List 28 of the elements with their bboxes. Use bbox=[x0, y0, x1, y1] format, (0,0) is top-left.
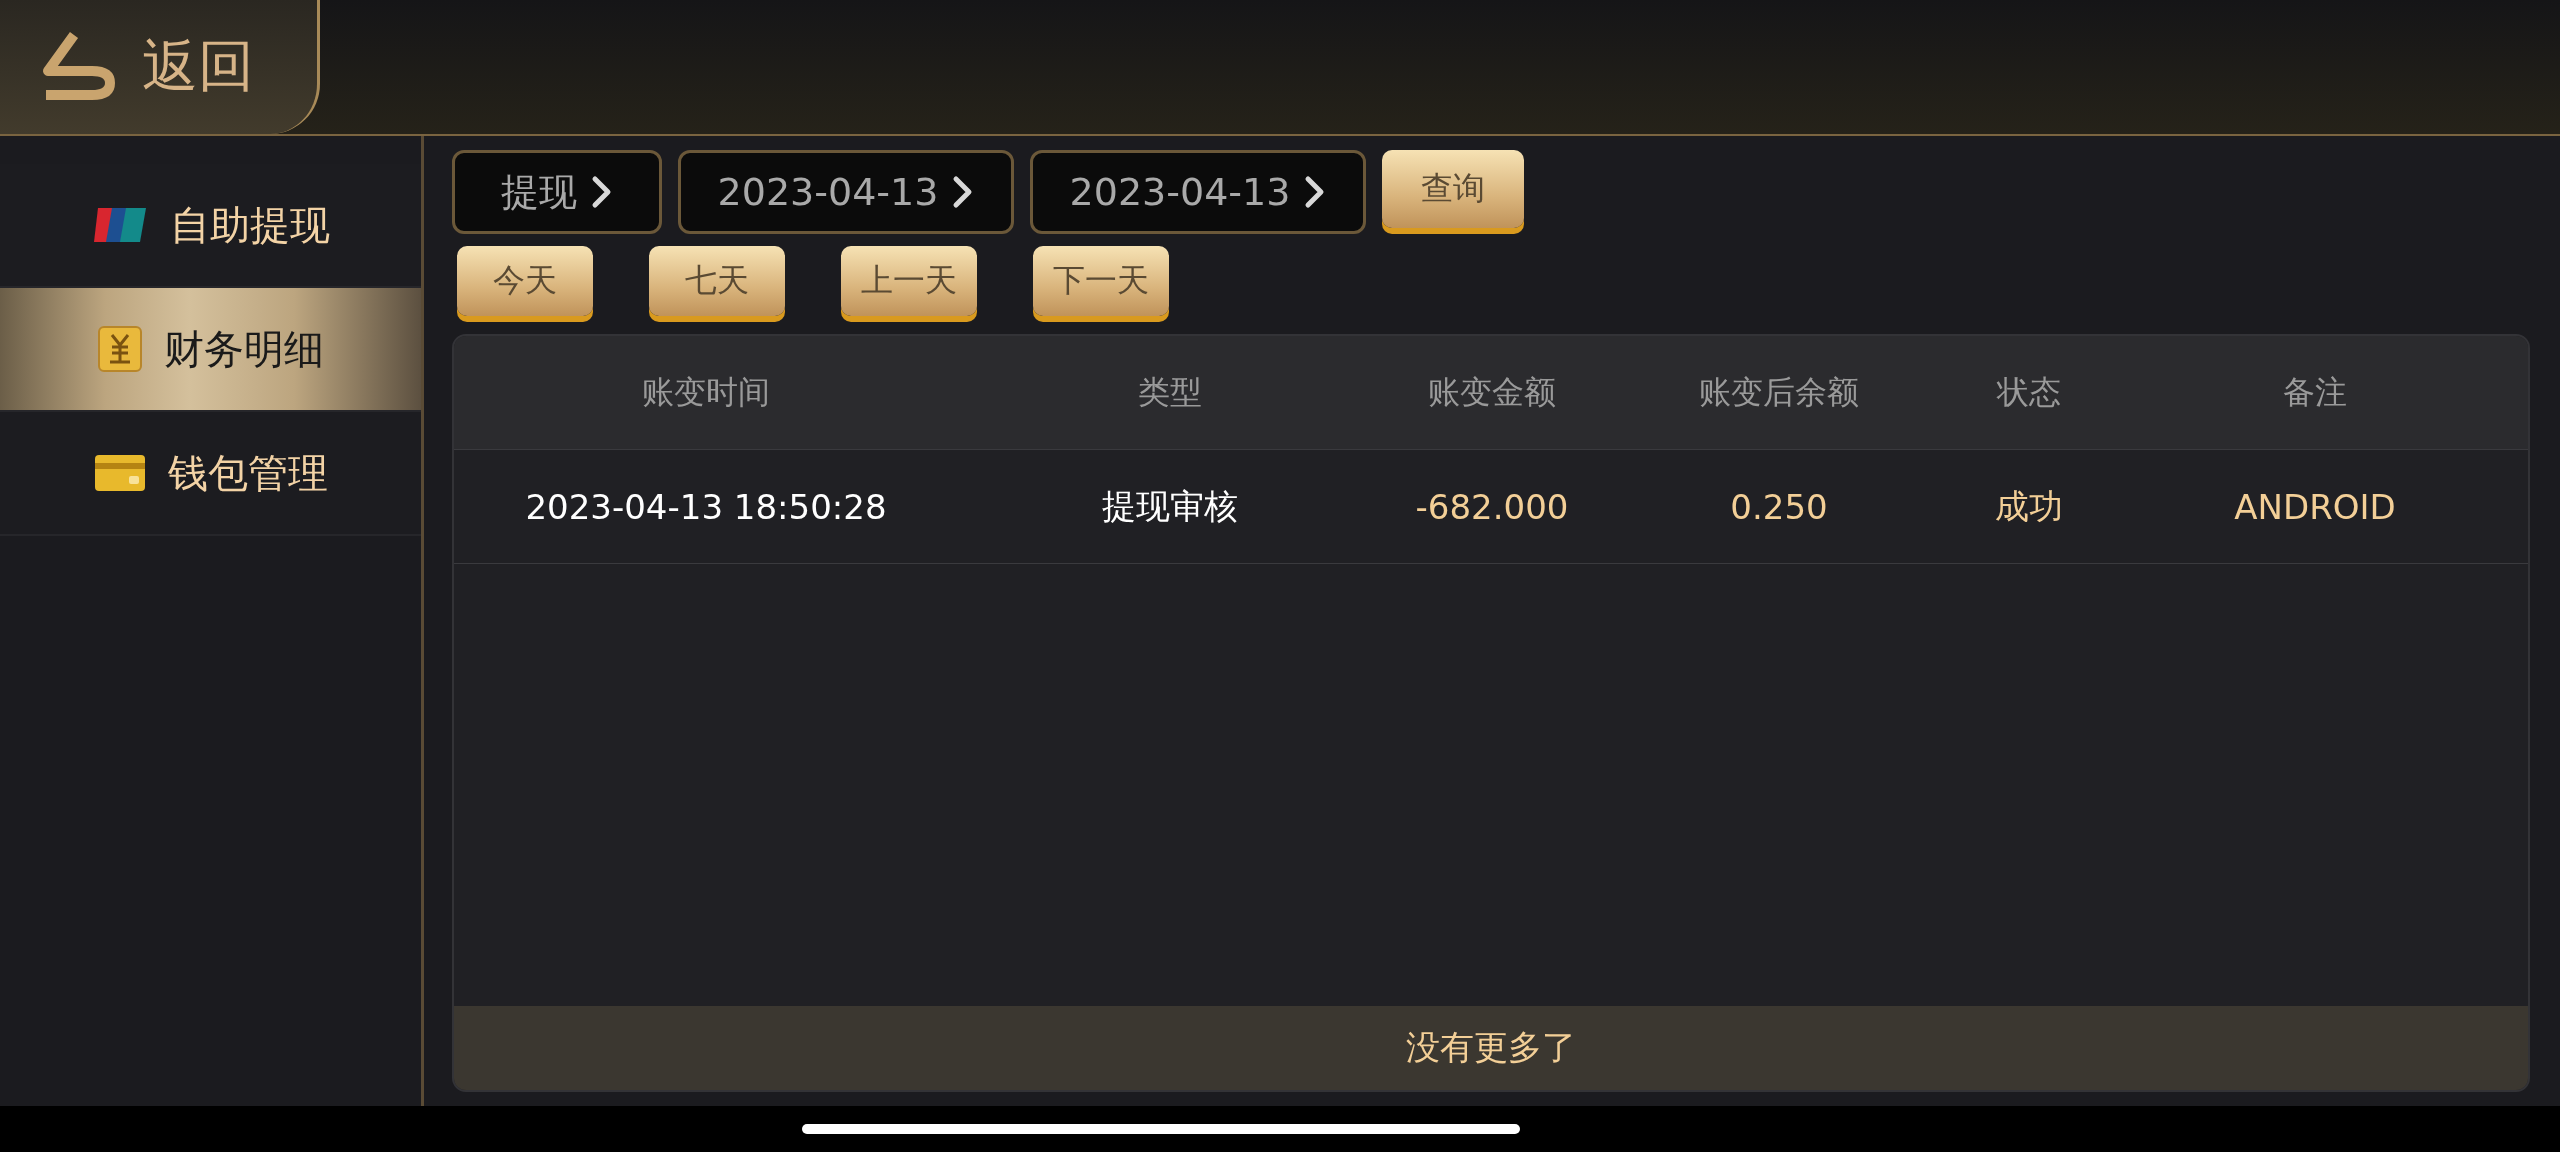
column-header: 状态 bbox=[1995, 371, 2062, 413]
no-more-footer: 没有更多了 bbox=[454, 1006, 2528, 1090]
date-select[interactable]: 2023-04-13 bbox=[1030, 150, 1366, 234]
yen-icon bbox=[97, 326, 142, 372]
select-value: 2023-04-13 bbox=[1069, 170, 1291, 214]
column-header: 备注 bbox=[2282, 371, 2348, 413]
sidebar-item-label: 自助提现 bbox=[169, 200, 330, 250]
back-button[interactable]: 返回 bbox=[0, 0, 320, 134]
column-header: 类型 bbox=[1137, 371, 1203, 413]
column-header: 账变后余额 bbox=[1698, 371, 1860, 413]
table-cell-text: 0.250 bbox=[1729, 486, 1829, 527]
column-header: 账变时间 bbox=[641, 371, 771, 413]
chevron-right-icon bbox=[591, 175, 613, 209]
table-cell-text: 2023-04-13 18:50:28 bbox=[524, 486, 888, 527]
column-header: 账变金额 bbox=[1427, 371, 1557, 413]
select-value: 2023-04-13 bbox=[717, 170, 939, 214]
date-select[interactable]: 2023-04-13 bbox=[678, 150, 1014, 234]
select-value: 提现 bbox=[501, 168, 577, 216]
table-cell-text: -682.000 bbox=[1414, 486, 1570, 527]
sidebar-item-label: 财务明细 bbox=[163, 324, 324, 374]
type-select[interactable]: 提现 bbox=[452, 150, 662, 234]
bank-card-icon bbox=[91, 206, 148, 244]
table-cell-text: 提现审核 bbox=[1101, 484, 1239, 528]
card-icon bbox=[93, 454, 146, 492]
table-cell-text: 成功 bbox=[1994, 484, 2064, 528]
sidebar-item-label: 钱包管理 bbox=[167, 448, 328, 498]
sidebar-item[interactable]: 财务明细 bbox=[0, 288, 421, 412]
table-cell-text: ANDROID bbox=[2233, 486, 2397, 527]
